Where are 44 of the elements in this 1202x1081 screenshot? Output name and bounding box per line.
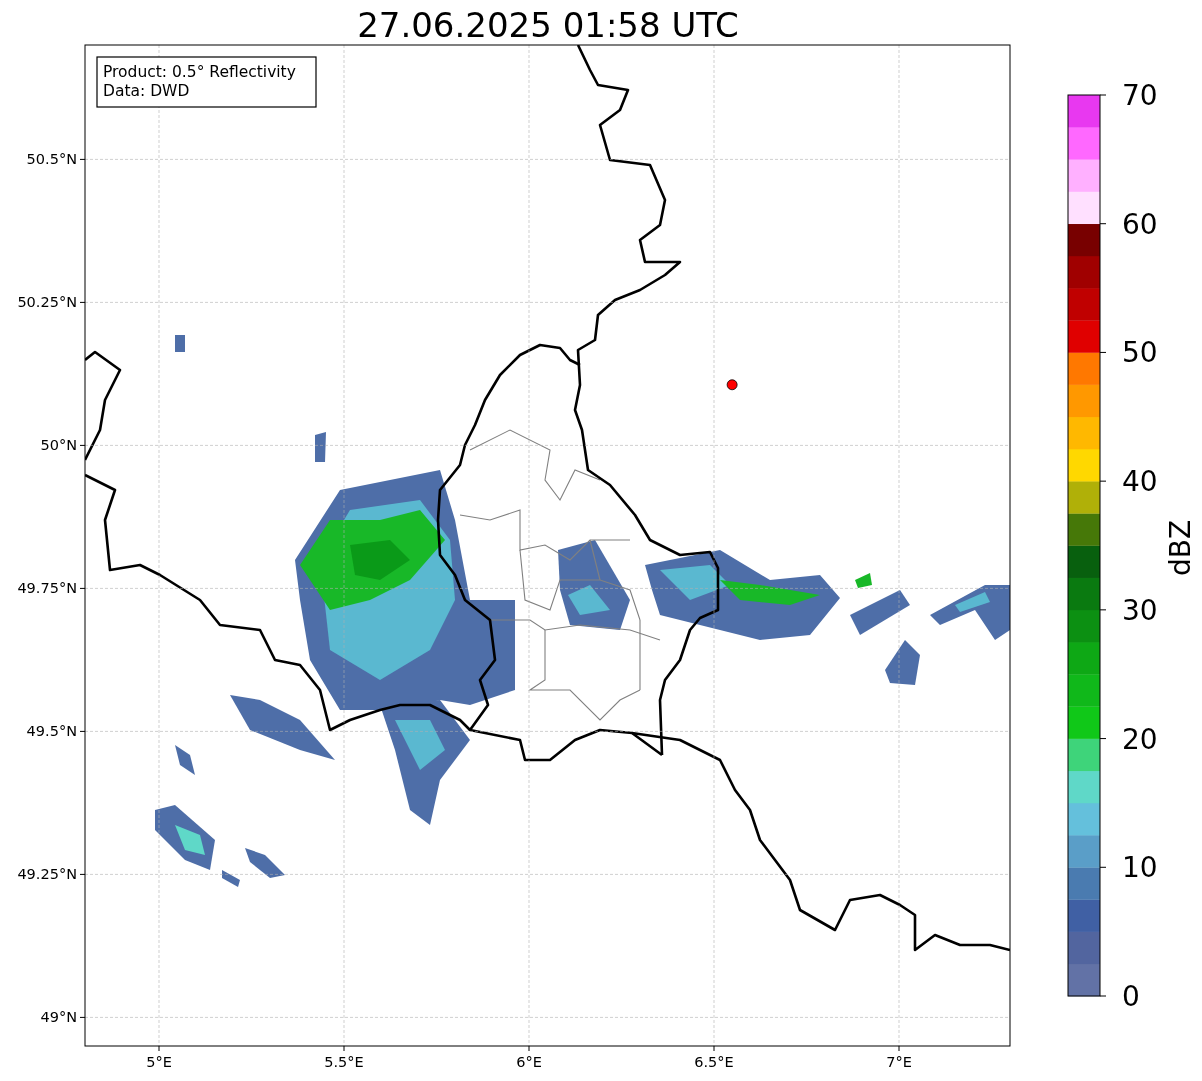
tick-mark [79,873,86,875]
tick-mark [713,1045,715,1052]
tick-mark [343,1045,345,1052]
tick-mark [79,1016,86,1018]
tick-mark [79,730,86,732]
y-tick-label: 49.75°N [17,580,77,597]
colorbar-tick-label: 70 [1122,79,1158,112]
tick-mark [1099,94,1107,96]
tick-mark [1099,738,1107,740]
y-tick-label: 50.5°N [26,151,77,168]
y-tick-label: 50°N [40,437,77,454]
colorbar-label: dBZ [1164,519,1197,577]
y-tick-label: 49.25°N [17,866,77,883]
x-tick-label: 6°E [516,1054,542,1070]
chart-title: 27.06.2025 01:58 UTC [357,5,739,45]
tick-mark [158,1045,160,1052]
tick-mark [79,158,86,160]
tick-mark [528,1045,530,1052]
colorbar-tick-label: 50 [1122,336,1158,370]
tick-mark [1099,609,1107,611]
x-tick-label: 5°E [146,1054,172,1070]
tick-mark [1099,995,1107,997]
y-tick-label: 49.5°N [26,723,77,740]
tick-mark [79,301,86,303]
annotation-text: Product: 0.5° Reflectivity [103,63,296,81]
tick-mark [79,444,86,446]
x-tick-label: 6.5°E [694,1054,734,1070]
tick-mark [1099,223,1107,225]
y-tick-label: 50.25°N [17,294,77,311]
colorbar-tick-label: 40 [1122,465,1158,499]
x-tick-label: 5.5°E [324,1054,364,1070]
annotation-text: Data: DWD [103,82,190,100]
colorbar-tick-label: 20 [1122,722,1158,756]
x-tick-label: 7°E [886,1054,912,1070]
tick-mark [1099,351,1107,353]
tick-mark [898,1045,900,1052]
colorbar-tick-label: 10 [1122,851,1158,885]
tick-mark [1099,480,1107,482]
colorbar-tick-label: 60 [1122,207,1158,241]
y-tick-label: 49°N [40,1009,77,1026]
colorbar-tick-label: 30 [1122,593,1158,627]
colorbar-tick-label: 0 [1122,980,1140,1013]
tick-mark [79,587,86,589]
tick-mark [1099,866,1107,868]
